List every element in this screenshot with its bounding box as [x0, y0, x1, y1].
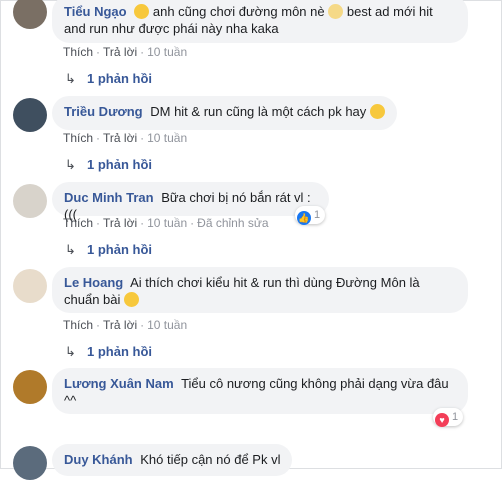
- kiss-emoji-icon: [369, 104, 385, 119]
- avatar[interactable]: [13, 269, 47, 303]
- comment-time[interactable]: 10 tuần: [147, 45, 187, 59]
- replies-count: 1 phản hồi: [87, 242, 152, 257]
- comment-bubble: Lương Xuân Nam Tiểu cô nương cũng không …: [52, 368, 468, 414]
- comment-text: anh cũng chơi đường môn nè: [152, 4, 325, 19]
- reply-arrow-icon: ↳: [65, 157, 76, 172]
- view-replies-link[interactable]: ↳ 1 phản hồi: [65, 242, 152, 258]
- reply-arrow-icon: ↳: [65, 242, 76, 257]
- comment-author[interactable]: Duy Khánh: [64, 452, 133, 467]
- replies-count: 1 phản hồi: [87, 344, 152, 359]
- comment-bubble: Triều Dương DM hit & run cũng là một các…: [52, 96, 397, 130]
- reply-link[interactable]: Trả lời: [103, 318, 137, 332]
- love-reaction-icon: ♥: [435, 413, 449, 427]
- avatar[interactable]: [13, 0, 47, 29]
- comment-actions: Thích · Trả lời · 10 tuần: [63, 318, 188, 332]
- avatar[interactable]: [13, 446, 47, 480]
- comment-author[interactable]: Le Hoang: [64, 275, 123, 290]
- like-link[interactable]: Thích: [63, 45, 93, 59]
- avatar[interactable]: [13, 370, 47, 404]
- comment-time[interactable]: 10 tuần: [147, 131, 187, 145]
- like-reaction-icon: 👍: [297, 211, 311, 225]
- comment-author[interactable]: Lương Xuân Nam: [64, 376, 174, 391]
- replies-count: 1 phản hồi: [87, 157, 152, 172]
- like-link[interactable]: Thích: [63, 318, 93, 332]
- comment-time[interactable]: 10 tuần: [147, 318, 187, 332]
- view-replies-link[interactable]: ↳ 1 phản hồi: [65, 344, 152, 360]
- comment-actions: Thích · Trả lời · 10 tuần: [63, 45, 188, 59]
- replies-count: 1 phản hồi: [87, 71, 152, 86]
- reaction-count: 1: [314, 209, 321, 221]
- reply-link[interactable]: Trả lời: [103, 216, 137, 230]
- avatar[interactable]: [13, 98, 47, 132]
- comment-actions: Thích · Trả lời · 10 tuần: [63, 131, 188, 145]
- comment-bubble: Duy Khánh Khó tiếp cận nó để Pk vl: [52, 444, 293, 476]
- grin-emoji-icon: [134, 4, 150, 19]
- reaction-summary[interactable]: 👍 1: [295, 206, 326, 225]
- comment-actions: Thích · Trả lời · 10 tuần · Đã chỉnh sửa: [63, 216, 269, 230]
- comment-time[interactable]: 10 tuần: [147, 216, 187, 230]
- comment-bubble: Tiểu Ngạo anh cũng chơi đường môn nè bes…: [52, 0, 468, 43]
- like-link[interactable]: Thích: [63, 216, 93, 230]
- reply-arrow-icon: ↳: [65, 71, 76, 86]
- smile-emoji-icon: [124, 292, 140, 307]
- comment-bubble: Le Hoang Ai thích chơi kiểu hit & run th…: [52, 267, 468, 313]
- comment-text: DM hit & run cũng là một cách pk hay: [150, 104, 367, 119]
- reaction-summary[interactable]: ♥ 1: [433, 408, 464, 427]
- avatar[interactable]: [13, 184, 47, 218]
- like-link[interactable]: Thích: [63, 131, 93, 145]
- comment-author[interactable]: Duc Minh Tran: [64, 190, 154, 205]
- comment-author[interactable]: Tiểu Ngạo: [64, 4, 127, 19]
- view-replies-link[interactable]: ↳ 1 phản hồi: [65, 157, 152, 173]
- baby-face-emoji-icon: [328, 4, 344, 19]
- comment-text: Khó tiếp cận nó để Pk vl: [140, 452, 281, 467]
- reply-link[interactable]: Trả lời: [103, 131, 137, 145]
- comment-author[interactable]: Triều Dương: [64, 104, 143, 119]
- reply-arrow-icon: ↳: [65, 344, 76, 359]
- reaction-count: 1: [452, 411, 459, 423]
- reply-link[interactable]: Trả lời: [103, 45, 137, 59]
- edited-label[interactable]: Đã chỉnh sửa: [197, 216, 268, 230]
- comment-bubble: Duc Minh Tran Bữa chơi bị nó bắn rát vl …: [52, 182, 329, 222]
- view-replies-link[interactable]: ↳ 1 phản hồi: [65, 71, 152, 87]
